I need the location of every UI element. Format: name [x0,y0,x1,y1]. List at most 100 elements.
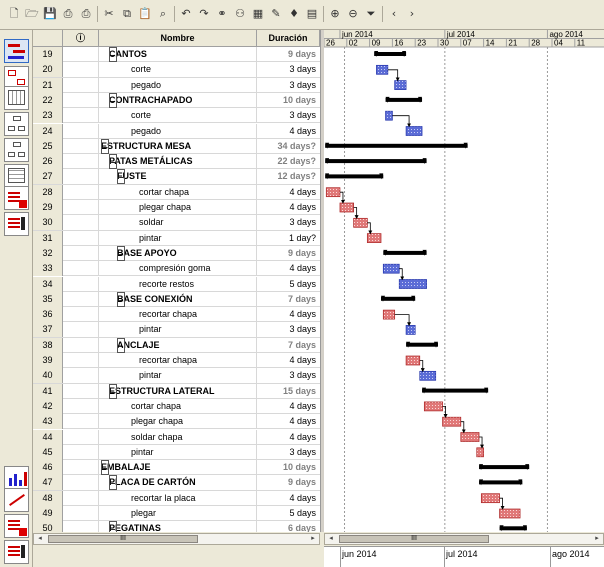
task-duration-cell[interactable]: 22 days? [257,154,319,169]
task-name-cell[interactable]: soldar [99,215,257,231]
task-row[interactable]: 44 soldar chapa 4 days [33,429,320,445]
task-name-cell[interactable]: recortar la placa [99,490,257,506]
collapse-icon[interactable]: − [117,337,125,353]
task-name-cell[interactable]: recortar chapa [99,307,257,323]
scroll-right-icon[interactable]: › [404,5,420,23]
collapse-icon[interactable]: − [109,475,117,491]
task-duration-cell[interactable]: 12 days? [257,169,319,184]
gantt-horizontal-scrollbar[interactable]: ◂ III ▸ [324,533,604,545]
task-row[interactable]: 43 plegar chapa 4 days [33,414,320,430]
collapse-icon[interactable]: − [109,47,117,62]
collapse-icon[interactable]: − [109,521,117,532]
resource-graph-view-button[interactable] [4,466,29,490]
task-duration-cell[interactable]: 9 days [257,47,319,62]
task-row[interactable]: 40 pintar 3 days [33,368,320,384]
scroll-left-icon[interactable]: ‹ [386,5,402,23]
copy-icon[interactable]: ⧉ [119,5,135,23]
task-row[interactable]: 30 soldar 3 days [33,215,320,231]
task-name-cell[interactable]: − CONTRACHAPADO [99,92,257,108]
task-row[interactable]: 35− BASE CONEXIÓN 7 days [33,291,320,308]
collapse-icon[interactable]: − [117,245,125,261]
task-duration-cell[interactable]: 4 days [257,414,319,429]
resource-usage-view-button[interactable] [4,514,29,538]
task-duration-cell[interactable]: 9 days [257,475,319,490]
task-duration-cell[interactable]: 5 days [257,506,319,521]
task-duration-cell[interactable]: 5 days [257,277,319,292]
task-name-cell[interactable]: − FUSTE [99,169,257,185]
filter-icon[interactable]: ⏷ [363,5,379,23]
task-row[interactable]: 21 pegado 3 days [33,77,320,93]
task-name-cell[interactable]: pintar [99,444,257,460]
task-duration-cell[interactable]: 4 days [257,491,319,506]
task-row[interactable]: 24 pegado 4 days [33,123,320,139]
open-icon[interactable]: 🗁 [24,5,40,23]
resource-view-button[interactable] [4,212,29,236]
print-preview-icon[interactable]: ⎙ [78,5,94,23]
task-name-cell[interactable]: pegado [99,123,257,139]
grid-scroll-right-arrow[interactable]: ▸ [307,534,319,544]
task-name-cell[interactable]: plegar chapa [99,200,257,215]
task-name-cell[interactable]: plegar chapa [99,414,257,430]
milestone-icon[interactable]: ♦ [286,5,302,23]
task-name-cell[interactable]: cortar chapa [99,398,257,414]
task-row[interactable]: 42 cortar chapa 4 days [33,398,320,415]
task-name-cell[interactable]: pintar [99,368,257,384]
find-icon[interactable]: ⌕ [155,5,171,23]
task-duration-cell[interactable]: 3 days [257,368,319,383]
wbs-view-button[interactable] [4,138,29,162]
task-name-cell[interactable]: compresión goma [99,261,257,277]
task-duration-cell[interactable]: 4 days [257,307,319,322]
gantt-scroll-right-arrow[interactable]: ▸ [591,534,603,544]
task-row[interactable]: 28 cortar chapa 4 days [33,184,320,200]
task-name-cell[interactable]: corte [99,108,257,124]
task-row[interactable]: 49 plegar 5 days [33,506,320,522]
task-name-cell[interactable]: − BASE APOYO [99,245,257,261]
task-duration-cell[interactable]: 9 days [257,246,319,261]
paste-icon[interactable]: 📋 [137,5,153,23]
collapse-icon[interactable]: − [109,154,117,170]
duration-column-header[interactable]: Duración [257,30,320,47]
name-column-header[interactable]: Nombre [99,30,257,47]
task-row[interactable]: 19 − CANTOS 9 days [33,47,320,63]
task-duration-cell[interactable]: 1 day? [257,231,319,246]
task-row[interactable]: 25− ESTRUCTURA MESA 34 days? [33,138,320,155]
task-row[interactable]: 47− PLACA DE CARTÓN 9 days [33,475,320,491]
task-duration-cell[interactable]: 3 days [257,322,319,337]
task-duration-cell[interactable]: 3 days [257,445,319,460]
grid-scroll-thumb[interactable]: III [48,535,198,543]
task-name-cell[interactable]: pintar [99,230,257,246]
task-duration-cell[interactable]: 3 days [257,62,319,77]
table-icon[interactable]: ▤ [304,5,320,23]
task-duration-cell[interactable]: 15 days [257,384,319,399]
task-row[interactable]: 29 plegar chapa 4 days [33,200,320,216]
collapse-icon[interactable]: − [101,138,109,154]
task-duration-cell[interactable]: 4 days [257,124,319,139]
notes-icon[interactable]: ✎ [268,5,284,23]
task-name-cell[interactable]: cortar chapa [99,184,257,200]
task-name-cell[interactable]: soldar chapa [99,429,257,445]
task-name-cell[interactable]: recorte restos [99,276,257,292]
org-chart-view-button[interactable] [4,112,29,136]
task-name-cell[interactable]: corte [99,62,257,78]
gantt-scroll-thumb[interactable]: III [339,535,489,543]
task-row[interactable]: 38 − ANCLAJE 7 days [33,337,320,353]
collapse-icon[interactable]: − [109,92,117,108]
save-icon[interactable]: 💾 [42,5,58,23]
task-row[interactable]: 36 recortar chapa 4 days [33,307,320,323]
new-icon[interactable]: 🗋 [6,5,22,23]
task-name-cell[interactable]: − PATAS METÁLICAS [99,154,257,170]
tracking-view-button[interactable] [4,488,29,512]
task-row[interactable]: 32− BASE APOYO 9 days [33,245,320,262]
task-duration-cell[interactable]: 4 days [257,185,319,200]
zoom-in-icon[interactable]: ⊕ [327,5,343,23]
task-name-cell[interactable]: − PLACA DE CARTÓN [99,475,257,491]
task-row[interactable]: 50 − PEGATINAS 6 days [33,521,320,532]
task-duration-cell[interactable]: 4 days [257,430,319,445]
task-duration-cell[interactable]: 3 days [257,78,319,93]
task-row[interactable]: 22− CONTRACHAPADO 10 days [33,92,320,109]
task-duration-cell[interactable]: 4 days [257,261,319,276]
task-duration-cell[interactable]: 4 days [257,353,319,368]
grid-scroll-left-arrow[interactable]: ◂ [34,534,46,544]
info-column-header[interactable]: ⓘ [63,30,99,47]
task-name-cell[interactable]: plegar [99,506,257,521]
